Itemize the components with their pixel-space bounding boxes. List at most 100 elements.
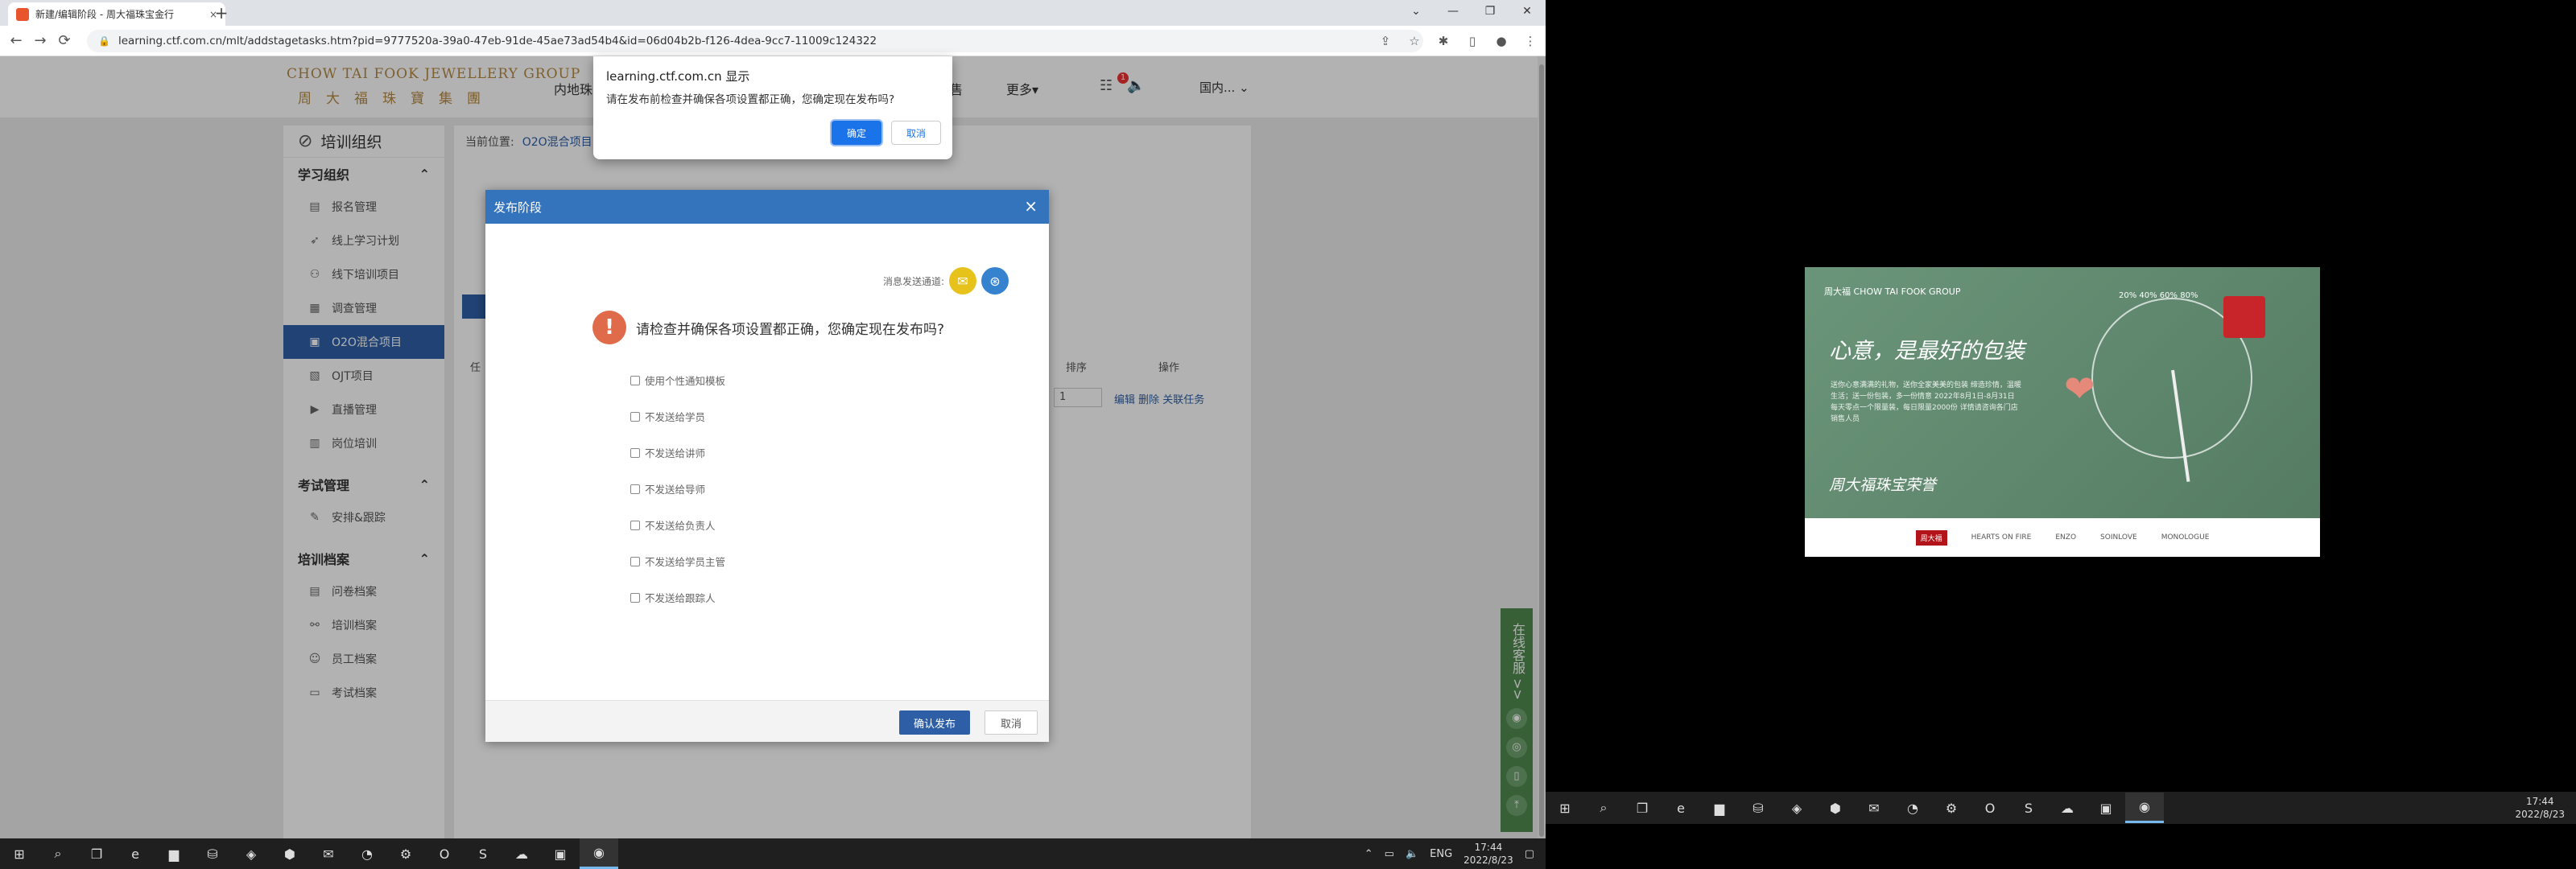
message-channels: 消息发送通道: ✉ ⊛ bbox=[883, 267, 1009, 294]
outlook-icon[interactable]: O bbox=[425, 838, 464, 869]
promo-brand-strip: 周大福 HEARTS ON FIRE ENZO SOINLOVE MONOLOG… bbox=[1805, 518, 2320, 557]
clock-date: 2022/8/23 bbox=[2515, 809, 2565, 820]
network-app-icon[interactable]: ⛁ bbox=[193, 838, 232, 869]
checkbox[interactable] bbox=[630, 411, 640, 422]
folder-icon[interactable]: ▆ bbox=[155, 838, 193, 869]
address-bar[interactable]: 🔒 learning.ctf.com.cn/mlt/addstagetasks.… bbox=[87, 30, 1423, 52]
warning-message: ! 请检查并确保各项设置都正确，您确定现在发布吗? bbox=[592, 311, 944, 344]
search-icon[interactable]: ⌕ bbox=[39, 838, 77, 869]
settings-icon[interactable]: ⚙ bbox=[1932, 793, 1971, 823]
brand-logo: MONOLOGUE bbox=[2161, 533, 2210, 542]
share-icon[interactable]: ⇪ bbox=[1377, 31, 1394, 51]
clock-app-icon[interactable]: ◔ bbox=[1893, 793, 1932, 823]
browser-tab[interactable]: 新建/编辑阶段 - 周大福珠宝金行 × bbox=[8, 2, 225, 26]
close-window-button[interactable]: ✕ bbox=[1509, 0, 1546, 23]
app-s-icon[interactable]: S bbox=[464, 838, 502, 869]
brand-logo: HEARTS ON FIRE bbox=[1971, 533, 2032, 542]
option-no-mentor[interactable]: 不发送给导师 bbox=[630, 471, 725, 507]
package-icon[interactable]: ⬢ bbox=[270, 838, 309, 869]
checkbox[interactable] bbox=[630, 447, 640, 458]
alert-cancel-button[interactable]: 取消 bbox=[891, 121, 941, 145]
side-panel-icon[interactable]: ▯ bbox=[1463, 31, 1481, 51]
new-tab-button[interactable]: + bbox=[213, 5, 230, 21]
site-favicon-icon bbox=[16, 7, 29, 21]
edge-icon[interactable]: e bbox=[116, 838, 155, 869]
tab-search-icon[interactable]: ⌄ bbox=[1397, 0, 1435, 23]
outlook-icon[interactable]: O bbox=[1971, 793, 2009, 823]
start-icon[interactable]: ⊞ bbox=[0, 838, 39, 869]
remote-icon[interactable]: ☁ bbox=[2048, 793, 2087, 823]
taskbar-primary: ⊞ ⌕ ❐ e ▆ ⛁ ◈ ⬢ ✉ ◔ ⚙ O S ☁ ▣ ◉ ⌃ ▭ 🔈 EN… bbox=[0, 838, 1546, 869]
mail-icon[interactable]: ✉ bbox=[949, 267, 976, 294]
option-no-supervisor[interactable]: 不发送给学员主管 bbox=[630, 543, 725, 579]
app-icon[interactable]: ◈ bbox=[1777, 793, 1816, 823]
tab-strip: 新建/编辑阶段 - 周大福珠宝金行 × + ⌄ — ❐ ✕ bbox=[0, 0, 1546, 26]
settings-icon[interactable]: ⚙ bbox=[386, 838, 425, 869]
url-text: learning.ctf.com.cn/mlt/addstagetasks.ht… bbox=[118, 35, 877, 47]
checkbox[interactable] bbox=[630, 520, 640, 530]
system-tray: ⌃ ▭ 🔈 ENG 17:44 2022/8/23 ▢ bbox=[1364, 838, 1534, 869]
minimize-button[interactable]: — bbox=[1435, 0, 1472, 23]
profile-icon[interactable]: ● bbox=[1492, 31, 1510, 51]
menu-kebab-icon[interactable]: ⋮ bbox=[1521, 31, 1539, 51]
reload-icon[interactable]: ⟳ bbox=[55, 32, 74, 49]
network-app-icon[interactable]: ⛁ bbox=[1739, 793, 1777, 823]
alert-ok-button[interactable]: 确定 bbox=[832, 121, 881, 145]
tray-chevron-icon[interactable]: ⌃ bbox=[1364, 848, 1373, 860]
option-label: 不发送给讲师 bbox=[645, 447, 706, 459]
publish-stage-dialog: 发布阶段 × 消息发送通道: ✉ ⊛ ! 请检查并确保各项设置都正确，您确定现在… bbox=[485, 190, 1049, 742]
network-icon[interactable]: ▭ bbox=[1385, 848, 1394, 860]
restore-button[interactable]: ❐ bbox=[1472, 0, 1509, 23]
web-channel-icon[interactable]: ⊛ bbox=[981, 267, 1009, 294]
checkbox[interactable] bbox=[630, 592, 640, 603]
remote-icon[interactable]: ☁ bbox=[502, 838, 541, 869]
edge-icon[interactable]: e bbox=[1662, 793, 1700, 823]
confirm-publish-button[interactable]: 确认发布 bbox=[899, 710, 970, 735]
option-no-student[interactable]: 不发送给学员 bbox=[630, 398, 725, 434]
chrome-icon[interactable]: ◉ bbox=[2125, 793, 2164, 823]
promo-subtext: 送你心意满满的礼物，送你全家美美的包装 缔造珍情，温暖生活；送一份包装，多一份情… bbox=[1831, 381, 2021, 423]
left-monitor: 新建/编辑阶段 - 周大福珠宝金行 × + ⌄ — ❐ ✕ ← → ⟳ 🔒 le… bbox=[0, 0, 1546, 869]
clock[interactable]: 17:44 2022/8/23 bbox=[2515, 795, 2565, 821]
app-s-icon[interactable]: S bbox=[2009, 793, 2048, 823]
search-icon[interactable]: ⌕ bbox=[1584, 793, 1623, 823]
app-green-icon[interactable]: ▣ bbox=[2087, 793, 2125, 823]
close-icon[interactable]: × bbox=[1024, 196, 1038, 216]
checkbox[interactable] bbox=[630, 375, 640, 385]
clock-app-icon[interactable]: ◔ bbox=[348, 838, 386, 869]
mail-app-icon[interactable]: ✉ bbox=[309, 838, 348, 869]
dialog-header: 发布阶段 × bbox=[485, 190, 1049, 224]
language-indicator[interactable]: ENG bbox=[1430, 848, 1452, 860]
bookmark-star-icon[interactable]: ☆ bbox=[1406, 31, 1423, 51]
package-icon[interactable]: ⬢ bbox=[1816, 793, 1855, 823]
volume-icon[interactable]: 🔈 bbox=[1406, 848, 1418, 860]
extensions-icon[interactable]: ✱ bbox=[1435, 31, 1452, 51]
folder-icon[interactable]: ▆ bbox=[1700, 793, 1739, 823]
mail-app-icon[interactable]: ✉ bbox=[1855, 793, 1893, 823]
notifications-icon[interactable]: ▢ bbox=[1525, 848, 1534, 860]
start-icon[interactable]: ⊞ bbox=[1546, 793, 1584, 823]
heart-icon: ❤ bbox=[2064, 367, 2095, 410]
chrome-icon[interactable]: ◉ bbox=[580, 838, 618, 869]
option-custom-template[interactable]: 使用个性通知模板 bbox=[630, 362, 725, 398]
option-no-owner[interactable]: 不发送给负责人 bbox=[630, 507, 725, 543]
option-no-lecturer[interactable]: 不发送给讲师 bbox=[630, 434, 725, 471]
task-view-icon[interactable]: ❐ bbox=[77, 838, 116, 869]
forward-icon[interactable]: → bbox=[31, 32, 50, 49]
clock-date: 2022/8/23 bbox=[1463, 855, 1513, 866]
clock[interactable]: 17:44 2022/8/23 bbox=[1463, 841, 1513, 867]
app-green-icon[interactable]: ▣ bbox=[541, 838, 580, 869]
lock-icon: 🔒 bbox=[98, 35, 110, 47]
cancel-button[interactable]: 取消 bbox=[985, 710, 1038, 735]
option-no-tracker[interactable]: 不发送给跟踪人 bbox=[630, 579, 725, 616]
taskbar2-apps: ⊞ ⌕ ❐ e ▆ ⛁ ◈ ⬢ ✉ ◔ ⚙ O S ☁ ▣ ◉ bbox=[1546, 792, 2164, 824]
back-icon[interactable]: ← bbox=[6, 32, 26, 49]
taskbar-secondary: ⊞ ⌕ ❐ e ▆ ⛁ ◈ ⬢ ✉ ◔ ⚙ O S ☁ ▣ ◉ 17:44 20… bbox=[1546, 792, 2576, 824]
task-view-icon[interactable]: ❐ bbox=[1623, 793, 1662, 823]
checkbox[interactable] bbox=[630, 556, 640, 566]
dial-percentages: 20% 40% 60% 80% bbox=[2119, 291, 2198, 300]
checkbox[interactable] bbox=[630, 484, 640, 494]
gift-box-graphic bbox=[2223, 296, 2265, 338]
browser-toolbar: ← → ⟳ 🔒 learning.ctf.com.cn/mlt/addstage… bbox=[0, 26, 1546, 56]
app-icon[interactable]: ◈ bbox=[232, 838, 270, 869]
